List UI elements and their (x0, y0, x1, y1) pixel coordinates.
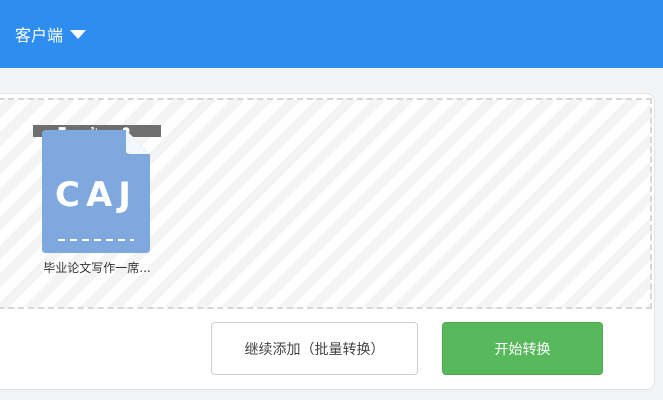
file-badge-text: CAJ (55, 175, 137, 215)
client-menu-label: 客户端 (15, 26, 64, 45)
caret-down-icon (70, 29, 87, 39)
client-menu[interactable]: 客户端 (15, 22, 87, 46)
caj-file-icon: CAJ (42, 130, 150, 253)
continue-add-button[interactable]: 继续添加（批量转换） (211, 322, 418, 375)
start-convert-button[interactable]: 开始转换 (442, 322, 603, 375)
file-card[interactable]: ■ ↻ ● CAJ 毕业论文写作一席... (33, 125, 161, 275)
top-bar: 客户端 (0, 0, 663, 68)
file-name: 毕业论文写作一席... (43, 261, 151, 275)
